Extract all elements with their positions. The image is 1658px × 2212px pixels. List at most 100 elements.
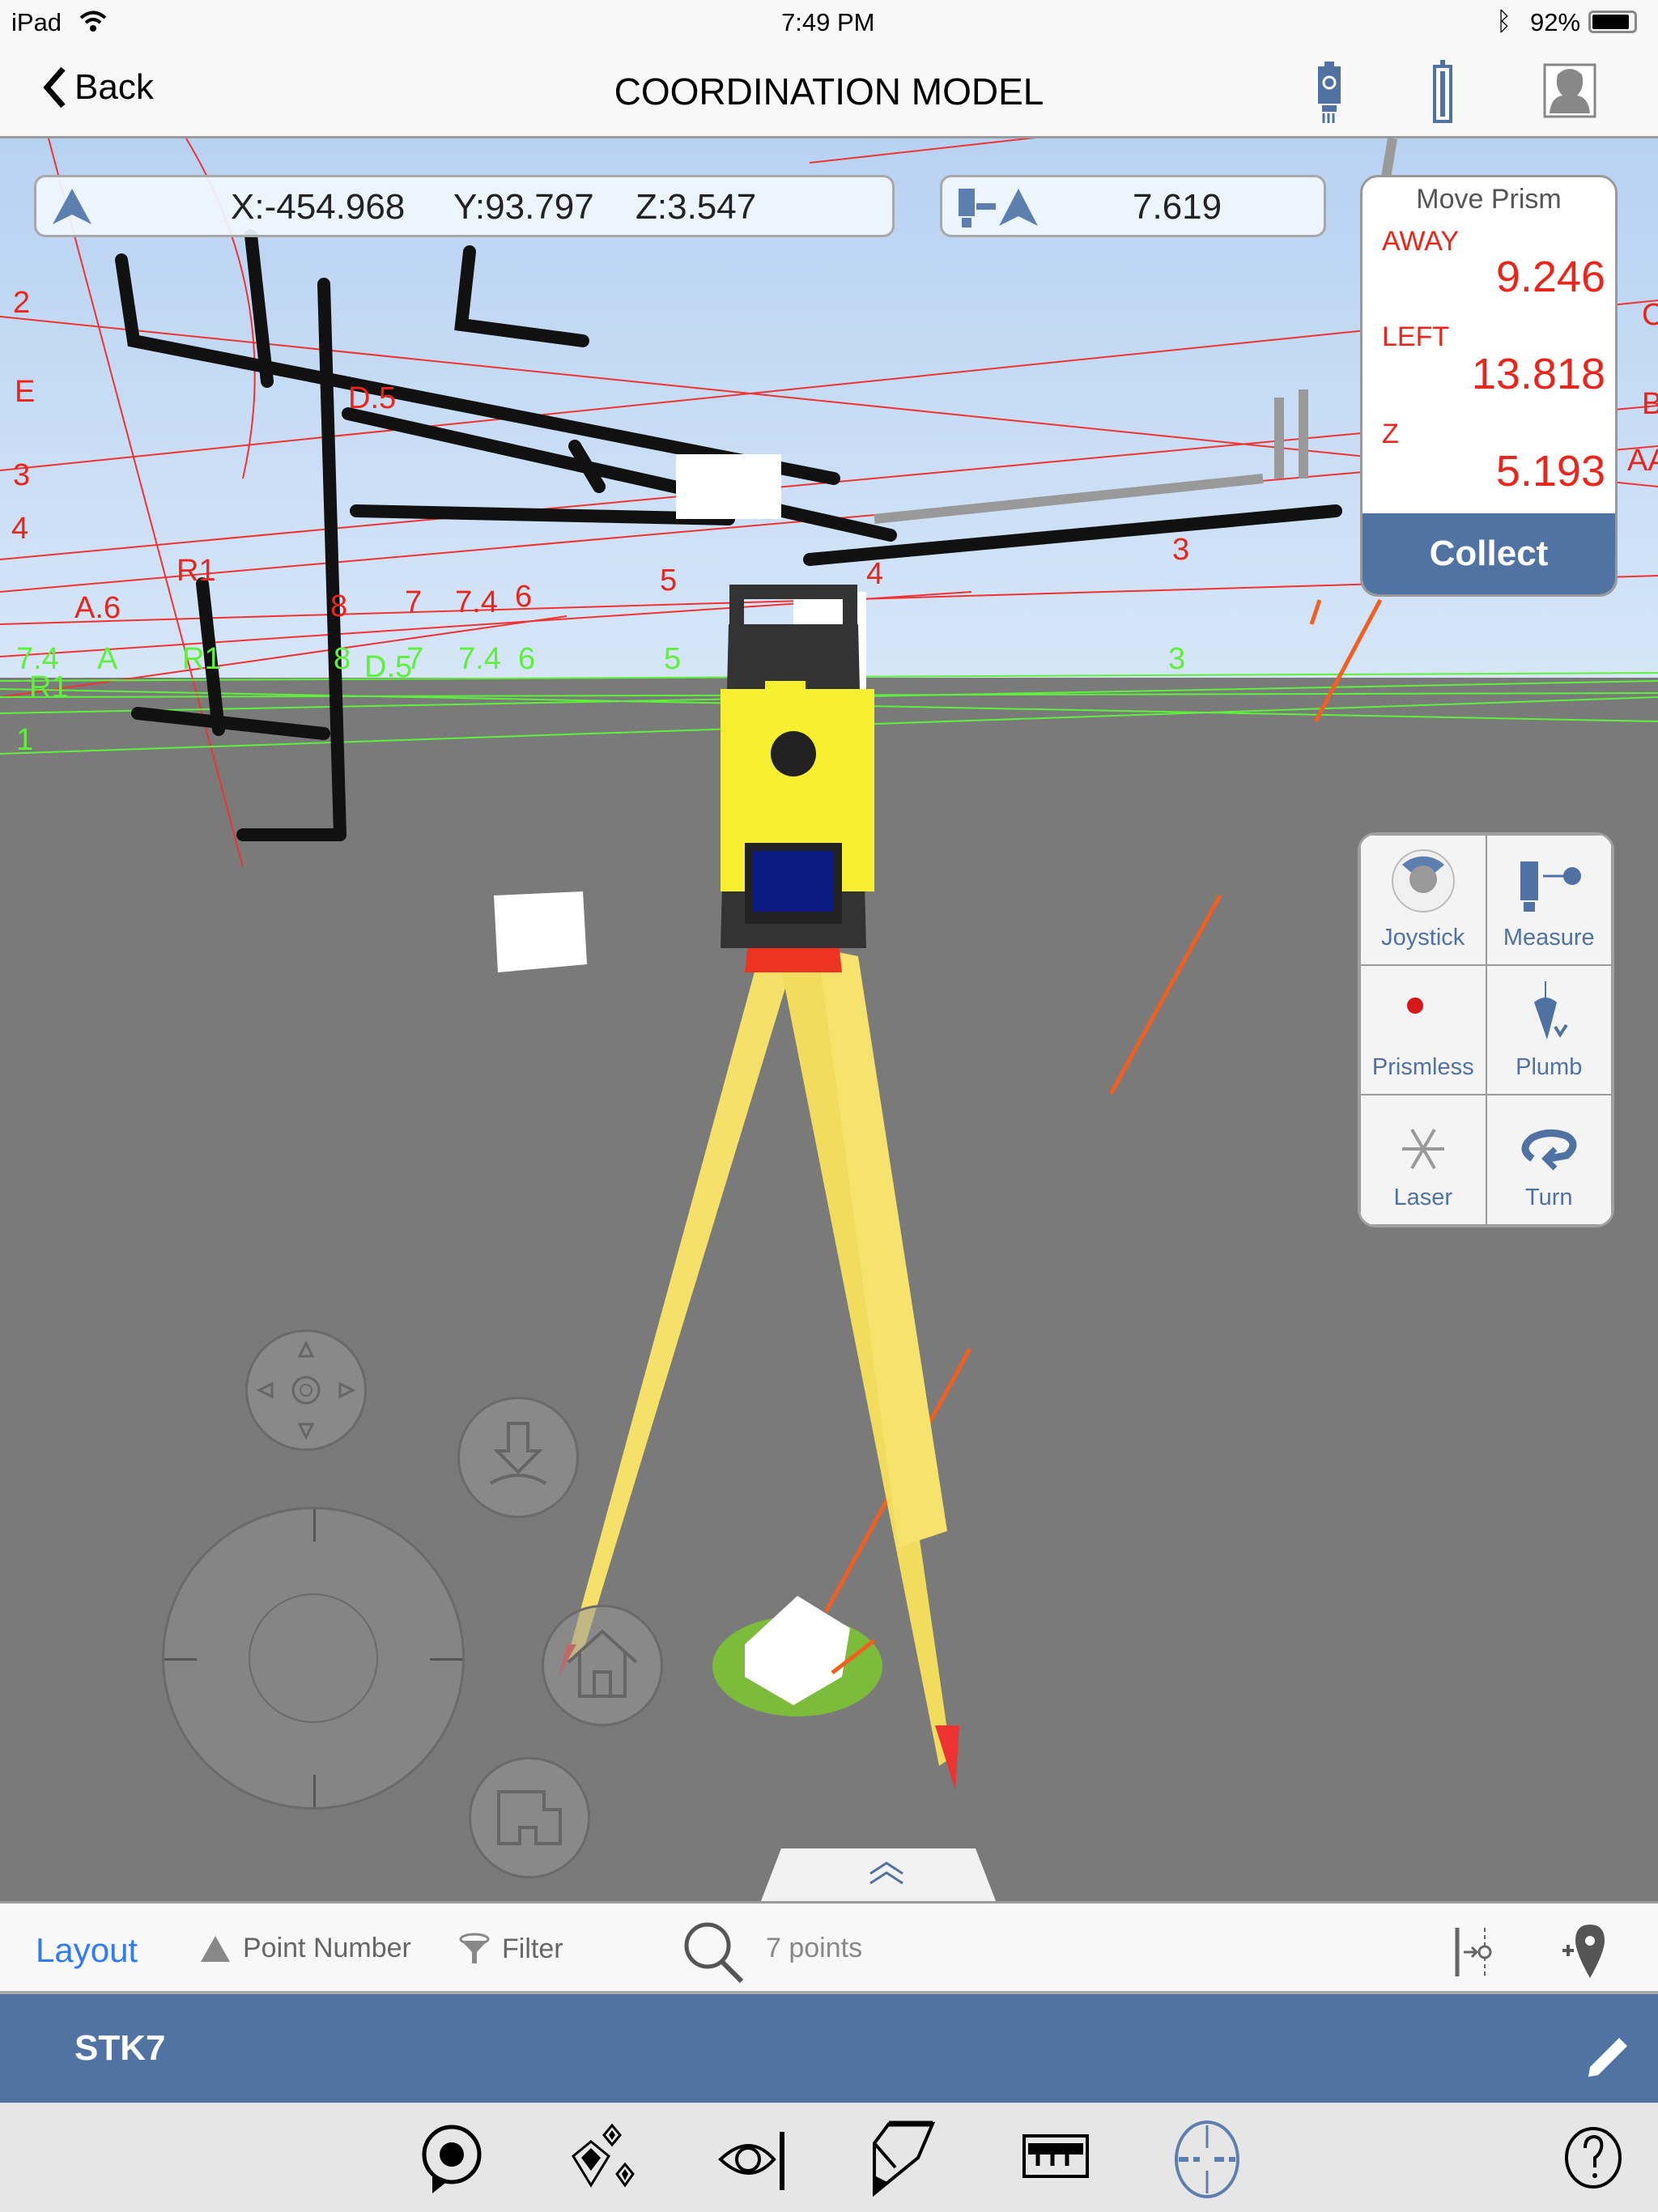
- red-grid-label: 3: [13, 458, 30, 492]
- measure-button[interactable]: Measure: [1486, 835, 1612, 965]
- z-value: 5.193: [1495, 447, 1605, 496]
- bottom-tab-bar: [0, 2103, 1658, 2212]
- filter-icon: [459, 1933, 490, 1963]
- arrow-down-icon: [489, 1422, 547, 1485]
- drawer-handle[interactable]: [761, 1848, 996, 1901]
- instrument-icon[interactable]: [1312, 60, 1346, 125]
- search-input[interactable]: 7 points: [766, 1933, 862, 1964]
- green-grid-label: 5: [664, 642, 681, 676]
- user-profile-icon[interactable]: [1543, 63, 1596, 118]
- joystick-knob[interactable]: [249, 1593, 378, 1723]
- red-grid-label: E: [15, 375, 35, 409]
- battery-percent: 92%: [1530, 8, 1581, 36]
- distance-readout: 7.619: [940, 175, 1326, 237]
- filter-label: Filter: [502, 1933, 563, 1964]
- point-number-sort[interactable]: Point Number: [199, 1933, 411, 1964]
- tool-label: Prismless: [1371, 1054, 1474, 1081]
- red-grid-label: 8: [330, 589, 347, 623]
- red-grid-label: 7: [405, 585, 422, 619]
- floor-plan-icon: [497, 1790, 562, 1845]
- tool-label: Measure: [1503, 924, 1595, 951]
- move-prism-title: Move Prism: [1416, 184, 1562, 215]
- x-coordinate: X:-454.968: [231, 187, 406, 227]
- laser-icon: [1401, 1128, 1444, 1170]
- home-view-button[interactable]: [542, 1605, 663, 1726]
- green-grid-label: 8: [334, 642, 351, 676]
- search-icon[interactable]: [682, 1920, 746, 1984]
- coordinate-readout: X:-454.968 Y:93.797 Z:3.547: [34, 175, 895, 237]
- green-grid-label: D.5: [364, 650, 412, 684]
- red-grid-label: 5: [660, 564, 677, 598]
- plumb-bob-icon: [1534, 981, 1568, 1040]
- point-pin-icon[interactable]: [421, 2124, 483, 2195]
- red-grid-label: B: [1642, 387, 1658, 421]
- joystick-icon: [1391, 849, 1455, 912]
- tool-label: Joystick: [1381, 924, 1465, 951]
- layout-toolbar: Layout Point Number Filter 7 points: [0, 1901, 1658, 1994]
- measure-tape-icon[interactable]: [1022, 2133, 1090, 2179]
- prism-pole-icon[interactable]: [1431, 60, 1454, 125]
- green-grid-label: 7: [406, 642, 423, 676]
- view-eye-icon[interactable]: [717, 2124, 790, 2193]
- distance-value: 7.619: [1133, 187, 1222, 227]
- move-down-button[interactable]: [457, 1397, 579, 1518]
- red-grid-label: AA: [1627, 444, 1658, 478]
- red-grid-label: 4: [11, 512, 28, 546]
- red-grid-label: A.6: [74, 591, 121, 625]
- y-coordinate: Y:93.797: [453, 187, 594, 227]
- red-grid-label: D.5: [348, 381, 396, 415]
- filter-button[interactable]: Filter: [458, 1933, 563, 1965]
- clock: 7:49 PM: [781, 8, 875, 36]
- selected-point-bar[interactable]: STK7: [0, 1994, 1658, 2103]
- green-grid-label: R1: [182, 642, 222, 676]
- joystick-button[interactable]: Joystick: [1360, 835, 1486, 965]
- prismless-button[interactable]: Prismless: [1360, 964, 1486, 1095]
- laser-button[interactable]: Laser: [1360, 1095, 1486, 1225]
- collect-button[interactable]: Collect: [1363, 513, 1615, 594]
- z-coordinate: Z:3.547: [636, 187, 757, 227]
- away-label: AWAY: [1382, 226, 1460, 257]
- red-grid-label: 4: [866, 557, 883, 591]
- page-title: COORDINATION MODEL: [614, 70, 1044, 113]
- wifi-icon: [79, 11, 107, 32]
- triangle-icon: [201, 1935, 230, 1962]
- bluetooth-icon: ᛒ: [1496, 6, 1512, 36]
- move-prism-panel: Move Prism AWAY 9.246 LEFT 13.818 Z 5.19…: [1360, 175, 1618, 597]
- duct-block: [676, 454, 781, 519]
- turn-rotate-icon: [1521, 1129, 1577, 1171]
- red-grid-label: R1: [176, 554, 216, 588]
- layout-tab[interactable]: Layout: [36, 1931, 138, 1970]
- pan-arrows-icon: [256, 1340, 356, 1440]
- help-icon[interactable]: [1564, 2125, 1622, 2190]
- stakeout-crosshair-icon[interactable]: [1171, 2119, 1244, 2200]
- edit-pencil-icon[interactable]: [1584, 2031, 1632, 2080]
- red-grid-label: 6: [515, 580, 532, 614]
- home-icon: [567, 1629, 638, 1698]
- turn-button[interactable]: Turn: [1486, 1095, 1612, 1225]
- tool-label: Plumb: [1516, 1054, 1583, 1081]
- selected-point-name: STK7: [74, 2028, 166, 2068]
- plan-view-button[interactable]: [469, 1757, 590, 1878]
- left-label: LEFT: [1382, 321, 1450, 352]
- tool-label: Turn: [1524, 1185, 1573, 1210]
- model-objects-icon[interactable]: [567, 2124, 640, 2193]
- instrument-tools-grid: Joystick Measure Prismless Plumb Laser T…: [1358, 832, 1614, 1227]
- green-grid-label: 3: [1168, 642, 1185, 676]
- back-button[interactable]: Back: [42, 66, 154, 108]
- pan-pad-button[interactable]: [245, 1329, 367, 1451]
- nav-bar: Back COORDINATION MODEL: [0, 45, 1658, 138]
- movement-joystick[interactable]: [162, 1507, 465, 1810]
- device-name: iPad: [11, 8, 62, 36]
- prism-icon: [53, 189, 91, 224]
- stakeout-line-icon[interactable]: [1454, 1926, 1503, 1978]
- measure-icon: [1520, 861, 1582, 912]
- away-value: 9.246: [1495, 253, 1605, 301]
- green-grid-label: 1: [16, 723, 33, 757]
- point-number-label: Point Number: [243, 1933, 411, 1963]
- plumb-button[interactable]: Plumb: [1486, 964, 1612, 1095]
- white-box: [494, 891, 587, 972]
- status-bar: iPad 7:49 PM ᛒ 92%: [0, 0, 1658, 45]
- instrument-to-prism-icon: [959, 189, 1038, 228]
- add-point-icon[interactable]: [1561, 1923, 1606, 1980]
- markup-pen-icon[interactable]: [871, 2119, 936, 2200]
